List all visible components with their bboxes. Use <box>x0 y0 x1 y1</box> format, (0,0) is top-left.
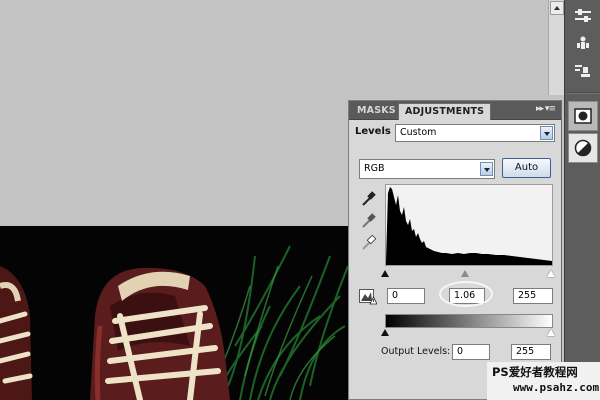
tab-adjustments[interactable]: ADJUSTMENTS <box>398 103 492 120</box>
chevron-down-icon[interactable] <box>540 126 553 140</box>
histogram-area <box>386 187 552 265</box>
output-levels-slider[interactable] <box>381 329 555 339</box>
output-white-field[interactable]: 255 <box>511 344 551 360</box>
channel-value: RGB <box>364 163 385 174</box>
clipping-warning-icon[interactable] <box>359 289 378 305</box>
panel-tab-bar: MASKS ADJUSTMENTS ▸▸ ▾≡ <box>349 101 561 120</box>
input-white-field[interactable]: 255 <box>513 288 553 304</box>
output-gradient-bar <box>385 314 553 328</box>
chevron-down-icon[interactable] <box>480 162 493 176</box>
vertical-scrollbar[interactable] <box>548 0 564 95</box>
sneakers-photo <box>0 226 350 400</box>
watermark-url: www.psahz.com <box>513 381 600 394</box>
black-point-handle[interactable] <box>381 270 389 277</box>
channel-dropdown[interactable]: RGB <box>359 159 495 179</box>
midtone-handle[interactable] <box>461 270 469 277</box>
auto-button[interactable]: Auto <box>502 158 551 178</box>
white-point-eyedropper-icon[interactable] <box>361 233 377 251</box>
panel-menu-icon[interactable]: ▸▸ ▾≡ <box>536 104 556 114</box>
site-watermark: PS爱好者教程网 www.psahz.com <box>487 362 600 400</box>
preset-dropdown[interactable]: Custom <box>395 124 555 142</box>
levels-label: Levels <box>355 126 391 137</box>
sliders-icon[interactable] <box>570 4 596 28</box>
mask-icon[interactable] <box>568 101 598 131</box>
black-point-eyedropper-icon[interactable] <box>361 189 377 207</box>
puppet-icon[interactable] <box>570 32 596 56</box>
output-levels-label: Output Levels: <box>381 346 451 357</box>
levels-histogram <box>385 184 553 266</box>
scroll-up-arrow[interactable] <box>550 1 564 15</box>
adjustment-icon[interactable] <box>568 133 598 163</box>
clone-source-icon[interactable] <box>570 60 596 84</box>
watermark-title: PS爱好者教程网 <box>492 365 578 379</box>
gamma-highlight-circle <box>439 281 493 307</box>
input-levels-slider[interactable] <box>381 268 555 280</box>
input-black-field[interactable]: 0 <box>387 288 425 304</box>
dock-separator <box>567 92 599 94</box>
output-black-field[interactable]: 0 <box>452 344 490 360</box>
gray-point-eyedropper-icon[interactable] <box>361 211 377 229</box>
tab-masks[interactable]: MASKS <box>351 103 402 120</box>
histogram-graph <box>386 187 552 265</box>
output-black-handle[interactable] <box>381 329 389 336</box>
adjustments-panel: MASKS ADJUSTMENTS ▸▸ ▾≡ Levels Custom RG… <box>348 100 562 400</box>
panel-dock <box>564 0 600 400</box>
preset-value: Custom <box>400 127 437 138</box>
white-point-handle[interactable] <box>547 270 555 277</box>
output-white-handle[interactable] <box>547 329 555 336</box>
